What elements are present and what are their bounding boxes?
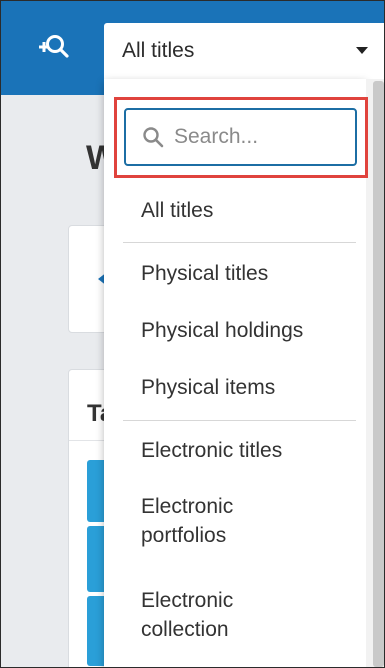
- search-scope-selected-value: All titles: [122, 39, 195, 62]
- app-frame: All titles W Ta All titles Physical titl…: [0, 0, 385, 668]
- search-scope-select[interactable]: All titles: [104, 23, 384, 79]
- dropdown-search-input[interactable]: [174, 125, 349, 149]
- option-divider: [123, 420, 356, 421]
- dropdown-scrollbar-thumb[interactable]: [373, 81, 384, 667]
- option-divider: [123, 242, 356, 243]
- option-all-titles[interactable]: All titles: [141, 196, 351, 225]
- option-physical-titles[interactable]: Physical titles: [141, 259, 351, 288]
- magnifier-plus-icon: [39, 35, 69, 58]
- option-electronic-collection[interactable]: Electronic collection: [141, 586, 261, 645]
- option-physical-holdings[interactable]: Physical holdings: [141, 316, 351, 345]
- option-electronic-titles[interactable]: Electronic titles: [141, 436, 351, 465]
- option-physical-items[interactable]: Physical items: [141, 373, 351, 402]
- advanced-search-button[interactable]: [37, 31, 69, 63]
- dropdown-search-field[interactable]: [124, 108, 357, 166]
- option-electronic-portfolios[interactable]: Electronic portfolios: [141, 492, 261, 551]
- search-icon: [143, 127, 164, 148]
- caret-down-icon: [356, 47, 368, 54]
